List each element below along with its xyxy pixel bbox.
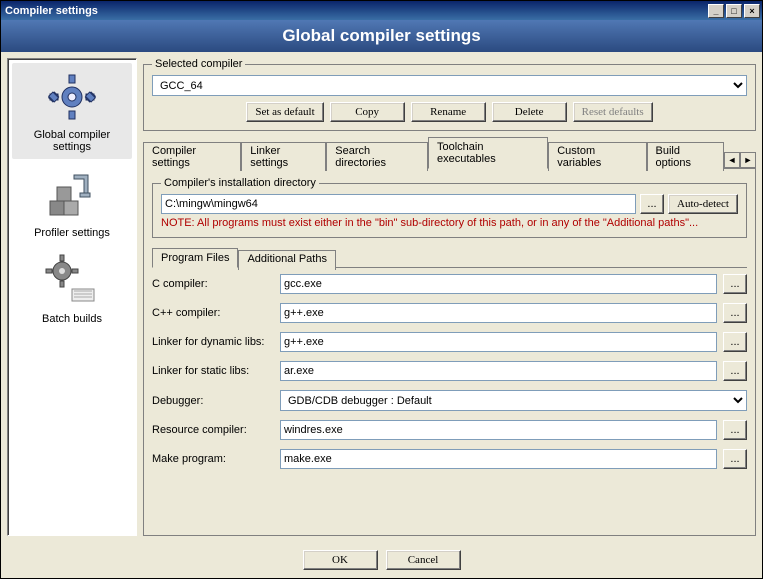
ok-button[interactable]: OK	[303, 550, 378, 570]
field-label: Debugger:	[152, 395, 274, 407]
main-tabs: Compiler settings Linker settings Search…	[143, 137, 756, 169]
row-linker-static: Linker for static libs: ...	[152, 361, 747, 381]
field-label: C++ compiler:	[152, 307, 274, 319]
linker-static-input[interactable]	[280, 361, 717, 381]
cancel-button[interactable]: Cancel	[386, 550, 461, 570]
browse-c-compiler-button[interactable]: ...	[723, 274, 747, 294]
row-resource-compiler: Resource compiler: ...	[152, 420, 747, 440]
sidebar-item-profiler[interactable]: Profiler settings	[12, 161, 132, 245]
tab-compiler-settings[interactable]: Compiler settings	[143, 142, 241, 171]
field-label: Linker for static libs:	[152, 365, 274, 377]
tab-linker-settings[interactable]: Linker settings	[241, 142, 326, 171]
compiler-select[interactable]: GCC_64	[152, 75, 747, 96]
tab-build-options[interactable]: Build options	[647, 142, 725, 171]
debugger-select[interactable]: GDB/CDB debugger : Default	[280, 390, 747, 411]
sidebar-item-label: Global compiler settings	[14, 129, 130, 153]
tab-program-files[interactable]: Program Files	[152, 248, 238, 268]
window: Compiler settings _ □ × Global compiler …	[0, 0, 763, 579]
row-c-compiler: C compiler: ...	[152, 274, 747, 294]
selected-compiler-group: Selected compiler GCC_64 Set as default …	[143, 64, 756, 131]
footer: OK Cancel	[1, 542, 762, 578]
sidebar-item-label: Profiler settings	[14, 227, 130, 239]
batch-icon	[44, 253, 100, 309]
install-dir-group: Compiler's installation directory ... Au…	[152, 183, 747, 238]
cpp-compiler-input[interactable]	[280, 303, 717, 323]
reset-defaults-button[interactable]: Reset defaults	[573, 102, 653, 122]
tab-additional-paths[interactable]: Additional Paths	[238, 250, 336, 270]
sidebar: Global compiler settings Profiler settin…	[7, 58, 137, 536]
delete-button[interactable]: Delete	[492, 102, 567, 122]
sidebar-item-batch[interactable]: Batch builds	[12, 247, 132, 331]
tab-scroll-left-button[interactable]: ◄	[724, 152, 740, 168]
browse-resource-compiler-button[interactable]: ...	[723, 420, 747, 440]
install-dir-note: NOTE: All programs must exist either in …	[161, 217, 738, 229]
set-default-button[interactable]: Set as default	[246, 102, 323, 122]
resource-compiler-input[interactable]	[280, 420, 717, 440]
row-linker-dynamic: Linker for dynamic libs: ...	[152, 332, 747, 352]
browse-linker-dynamic-button[interactable]: ...	[723, 332, 747, 352]
rename-button[interactable]: Rename	[411, 102, 486, 122]
auto-detect-button[interactable]: Auto-detect	[668, 194, 738, 214]
minimize-button[interactable]: _	[708, 4, 724, 18]
browse-install-dir-button[interactable]: ...	[640, 194, 664, 214]
tab-search-directories[interactable]: Search directories	[326, 142, 428, 171]
window-title: Compiler settings	[5, 5, 706, 17]
maximize-button[interactable]: □	[726, 4, 742, 18]
browse-cpp-compiler-button[interactable]: ...	[723, 303, 747, 323]
sidebar-item-global-compiler[interactable]: Global compiler settings	[12, 63, 132, 159]
row-cpp-compiler: C++ compiler: ...	[152, 303, 747, 323]
make-program-input[interactable]	[280, 449, 717, 469]
profiler-icon	[44, 167, 100, 223]
tab-custom-variables[interactable]: Custom variables	[548, 142, 646, 171]
row-make-program: Make program: ...	[152, 449, 747, 469]
row-debugger: Debugger: GDB/CDB debugger : Default	[152, 390, 747, 411]
sub-tabs: Program Files Additional Paths	[152, 248, 747, 268]
field-label: Resource compiler:	[152, 424, 274, 436]
page-title: Global compiler settings	[1, 20, 762, 52]
field-label: Linker for dynamic libs:	[152, 336, 274, 348]
browse-linker-static-button[interactable]: ...	[723, 361, 747, 381]
group-legend: Compiler's installation directory	[161, 177, 319, 189]
copy-button[interactable]: Copy	[330, 102, 405, 122]
sidebar-item-label: Batch builds	[14, 313, 130, 325]
c-compiler-input[interactable]	[280, 274, 717, 294]
titlebar: Compiler settings _ □ ×	[1, 1, 762, 20]
group-legend: Selected compiler	[152, 58, 245, 70]
field-label: C compiler:	[152, 278, 274, 290]
browse-make-program-button[interactable]: ...	[723, 449, 747, 469]
field-label: Make program:	[152, 453, 274, 465]
tab-toolchain-executables[interactable]: Toolchain executables	[428, 137, 548, 169]
tab-scroll-right-button[interactable]: ►	[740, 152, 756, 168]
linker-dynamic-input[interactable]	[280, 332, 717, 352]
close-button[interactable]: ×	[744, 4, 760, 18]
install-dir-input[interactable]	[161, 194, 636, 214]
gear-icon	[44, 69, 100, 125]
